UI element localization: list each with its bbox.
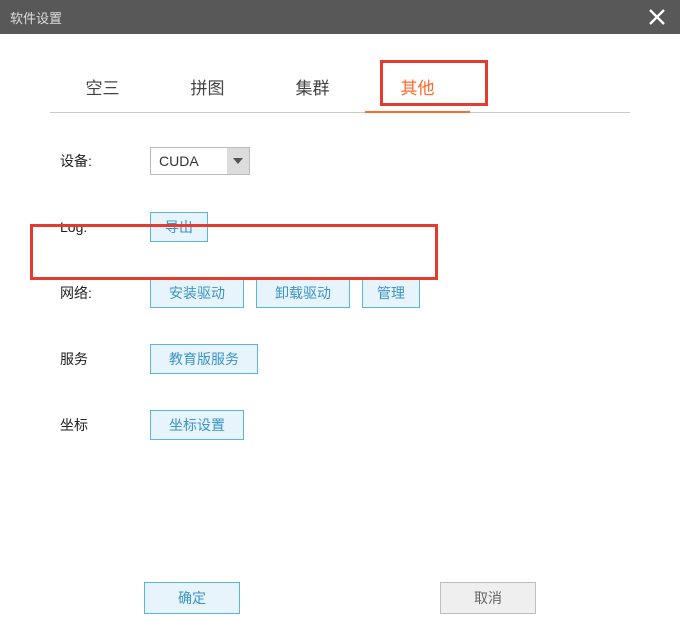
label-device: 设备: xyxy=(60,151,150,171)
ok-button[interactable]: 确定 xyxy=(144,582,240,614)
coord-settings-button[interactable]: 坐标设置 xyxy=(150,410,244,440)
export-log-button[interactable]: 导出 xyxy=(150,212,208,242)
dialog-body: 空三 拼图 集群 其他 设备: CUDA Log: 导出 网络: 安装驱动 卸载… xyxy=(0,34,680,445)
device-select[interactable]: CUDA xyxy=(150,147,250,175)
tab-other[interactable]: 其他 xyxy=(365,64,470,113)
row-log: Log: 导出 xyxy=(60,207,640,247)
cancel-button[interactable]: 取消 xyxy=(440,582,536,614)
device-select-value: CUDA xyxy=(151,148,227,174)
close-button[interactable] xyxy=(640,0,674,34)
close-icon xyxy=(648,8,666,26)
tab-aerotri[interactable]: 空三 xyxy=(50,64,155,112)
tab-content-other: 设备: CUDA Log: 导出 网络: 安装驱动 卸载驱动 管理 服务 教育版… xyxy=(40,113,640,445)
chevron-down-icon xyxy=(227,148,249,174)
uninstall-driver-button[interactable]: 卸载驱动 xyxy=(256,278,350,308)
label-service: 服务 xyxy=(60,349,150,369)
titlebar: 软件设置 xyxy=(0,0,680,34)
window-title: 软件设置 xyxy=(10,8,62,27)
row-service: 服务 教育版服务 xyxy=(60,339,640,379)
label-network: 网络: xyxy=(60,283,150,303)
row-device: 设备: CUDA xyxy=(60,141,640,181)
tabs: 空三 拼图 集群 其他 xyxy=(50,64,630,113)
edu-service-button[interactable]: 教育版服务 xyxy=(150,344,258,374)
install-driver-button[interactable]: 安装驱动 xyxy=(150,278,244,308)
tab-mosaic[interactable]: 拼图 xyxy=(155,64,260,112)
label-log: Log: xyxy=(60,219,150,235)
dialog-footer: 确定 取消 xyxy=(0,582,680,614)
row-network: 网络: 安装驱动 卸载驱动 管理 xyxy=(60,273,640,313)
row-coord: 坐标 坐标设置 xyxy=(60,405,640,445)
manage-button[interactable]: 管理 xyxy=(362,278,420,308)
label-coord: 坐标 xyxy=(60,415,150,435)
tab-cluster[interactable]: 集群 xyxy=(260,64,365,112)
